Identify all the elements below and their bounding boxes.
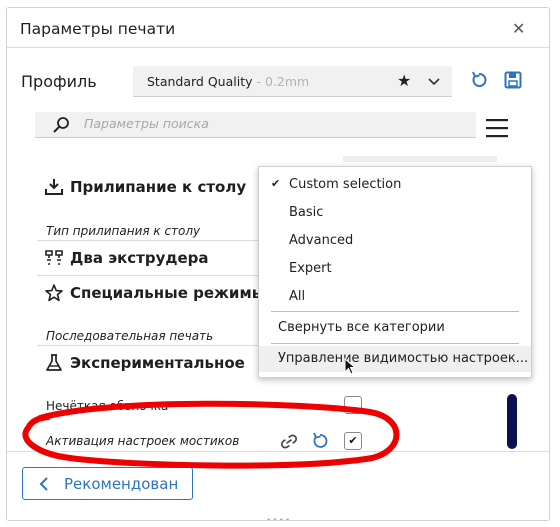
- profile-name: Standard Quality: [147, 74, 253, 89]
- close-icon[interactable]: ✕: [512, 19, 525, 38]
- category-label: Специальные режимы: [70, 284, 266, 302]
- menu-item-collapse-all[interactable]: Свернуть все категории: [259, 315, 531, 341]
- chevron-down-icon[interactable]: [427, 74, 441, 93]
- category-label: Прилипание к столу: [70, 178, 247, 196]
- profile-label: Профиль: [21, 72, 97, 91]
- profile-layer-height: - 0.2mm: [252, 74, 310, 89]
- menu-item-expert[interactable]: Expert: [259, 256, 531, 282]
- reset-setting-icon[interactable]: [311, 432, 329, 453]
- dual-extrusion-icon: [45, 249, 63, 271]
- panel-title: Параметры печати: [20, 20, 176, 38]
- search-input[interactable]: [84, 116, 464, 131]
- favorite-star-icon[interactable]: ★: [397, 71, 411, 90]
- menu-item-custom-selection[interactable]: ✔ Custom selection: [259, 172, 531, 198]
- search-icon: [52, 116, 70, 138]
- bridge-settings-checkbox[interactable]: ✔: [344, 432, 362, 450]
- menu-item-manage-visibility[interactable]: Управление видимостью настроек...: [259, 346, 531, 372]
- category-label: Экспериментальное: [70, 354, 245, 372]
- link-icon[interactable]: [279, 432, 299, 453]
- profile-select[interactable]: Standard Quality - 0.2mm ★: [133, 66, 452, 97]
- checkmark-icon: ✔: [271, 177, 281, 190]
- chevron-left-icon: [38, 476, 50, 496]
- mouse-cursor-icon: [344, 357, 358, 380]
- menu-item-all[interactable]: All: [259, 284, 531, 310]
- bed-adhesion-icon: [45, 178, 63, 200]
- hamburger-menu-icon[interactable]: [486, 118, 508, 142]
- menu-item-basic[interactable]: Basic: [259, 200, 531, 226]
- setting-label: Активация настроек мостиков: [46, 434, 240, 448]
- star-icon: [45, 284, 63, 306]
- recommended-label: Рекомендован: [64, 475, 179, 493]
- menu-separator: [271, 311, 519, 312]
- resize-grip-icon[interactable]: ••••: [266, 516, 291, 520]
- title-bar: Параметры печати ✕: [7, 8, 549, 48]
- cutoff-setting-field: [343, 156, 497, 162]
- setting-label: Тип прилипания к столу: [46, 224, 201, 238]
- recommended-button[interactable]: Рекомендован: [22, 467, 193, 500]
- fuzzy-skin-checkbox[interactable]: [344, 396, 362, 414]
- flask-icon: [45, 354, 63, 376]
- setting-label: Последовательная печать: [46, 329, 214, 343]
- save-profile-icon[interactable]: [504, 71, 522, 93]
- visibility-menu: ✔ Custom selection Basic Advanced Expert…: [258, 166, 532, 378]
- scrollbar-handle[interactable]: [507, 394, 517, 449]
- menu-item-advanced[interactable]: Advanced: [259, 228, 531, 254]
- reset-profile-icon[interactable]: [470, 71, 488, 93]
- search-bar: [35, 112, 476, 138]
- menu-separator: [271, 343, 519, 344]
- footer-divider: [7, 451, 549, 452]
- category-label: Два экструдера: [70, 249, 209, 267]
- setting-label: Нечёткая оболочка: [46, 399, 169, 413]
